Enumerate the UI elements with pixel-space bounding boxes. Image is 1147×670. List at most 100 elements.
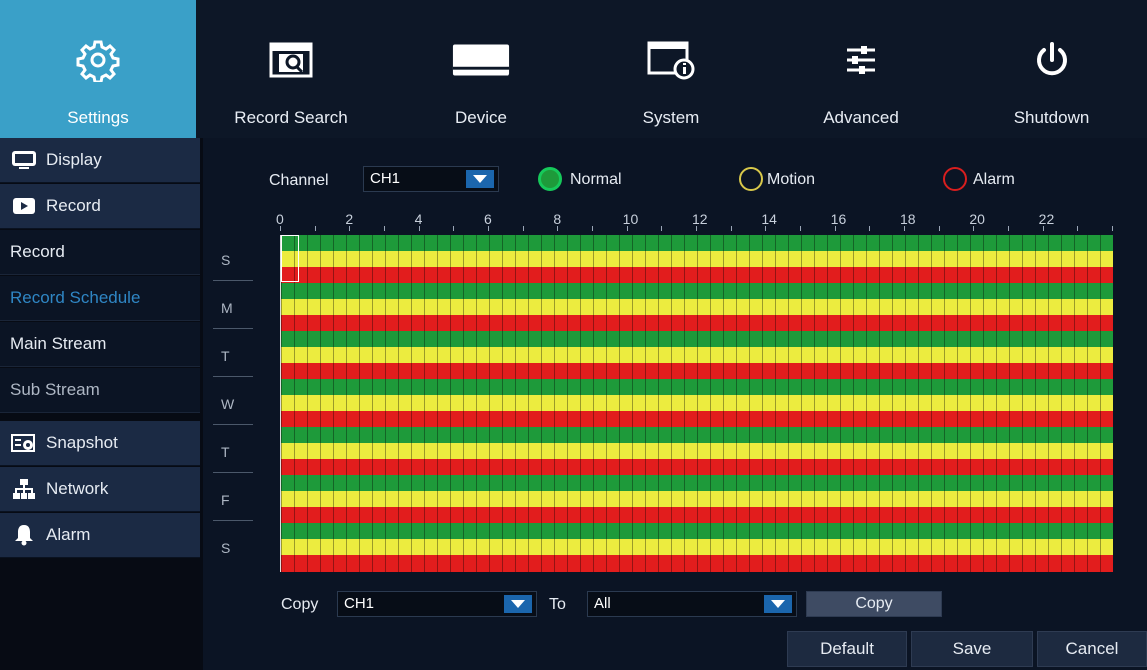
motion-band[interactable]	[281, 443, 1113, 459]
sidebar-item-record[interactable]: Record	[0, 230, 200, 275]
day-schedule-cells[interactable]	[280, 283, 1113, 332]
alarm-band[interactable]	[281, 459, 1113, 476]
motion-band[interactable]	[281, 539, 1113, 555]
channel-dropdown[interactable]: CH1	[363, 166, 499, 192]
copy-to-value: All	[594, 595, 611, 612]
day-row[interactable]: M	[213, 280, 1113, 332]
hour-ruler: 0 2 4 6 8 10 12 14 16 18 20 22	[276, 211, 1113, 231]
selection-cursor	[281, 235, 299, 282]
row-divider	[213, 328, 253, 329]
day-label: F	[221, 492, 230, 508]
normal-band[interactable]	[281, 235, 1113, 251]
normal-legend-icon	[538, 167, 562, 191]
film-search-icon	[261, 38, 321, 82]
tab-record-search[interactable]: Record Search	[196, 0, 386, 138]
day-schedule-cells[interactable]	[280, 379, 1113, 428]
day-row[interactable]: T	[213, 328, 1113, 380]
record-schedule-panel: Channel CH1 Normal Motion Alarm 0 2 4 6 8 10 1…	[203, 138, 1147, 670]
alarm-band[interactable]	[281, 411, 1113, 428]
hour-tick	[938, 226, 940, 231]
tab-label: Record Search	[234, 108, 348, 127]
copy-label: Copy	[281, 596, 319, 613]
legend-motion-label: Motion	[767, 171, 816, 188]
system-info-icon	[641, 38, 701, 82]
day-row[interactable]: S	[221, 235, 1113, 284]
day-label: T	[221, 444, 230, 460]
day-schedule-cells[interactable]	[280, 475, 1113, 524]
hour-tick	[800, 226, 801, 231]
motion-band[interactable]	[281, 251, 1113, 267]
day-row[interactable]: W	[213, 376, 1113, 428]
top-menu-bar: Settings Record Search Device System Adv…	[0, 0, 1147, 138]
day-label: W	[221, 396, 235, 412]
sidebar-item-display[interactable]: Display	[0, 138, 200, 183]
day-schedule-cells[interactable]	[280, 331, 1113, 380]
network-icon	[10, 478, 38, 500]
normal-band[interactable]	[281, 283, 1113, 299]
hour-tick	[904, 226, 905, 231]
tab-settings[interactable]: Settings	[0, 0, 196, 138]
hour-label: 18	[900, 211, 916, 227]
hard-drive-icon	[451, 38, 511, 82]
hour-label: 12	[692, 211, 708, 227]
sidebar-item-snapshot[interactable]: Snapshot	[0, 421, 200, 466]
alarm-band[interactable]	[281, 363, 1113, 380]
tab-shutdown[interactable]: Shutdown	[956, 0, 1147, 138]
motion-band[interactable]	[281, 395, 1113, 411]
alarm-band[interactable]	[281, 315, 1113, 332]
alarm-band[interactable]	[281, 267, 1113, 284]
sidebar-item-label: Record Schedule	[10, 288, 141, 307]
save-button[interactable]: Save	[911, 631, 1033, 667]
chevron-down-icon	[764, 595, 792, 613]
hour-tick	[730, 226, 732, 231]
motion-band[interactable]	[281, 347, 1113, 363]
chevron-down-icon	[466, 170, 494, 188]
normal-band[interactable]	[281, 331, 1113, 347]
normal-band[interactable]	[281, 427, 1113, 443]
normal-band[interactable]	[281, 379, 1113, 395]
normal-band[interactable]	[281, 523, 1113, 539]
copy-from-dropdown[interactable]: CH1	[337, 591, 537, 617]
alarm-band[interactable]	[281, 507, 1113, 524]
sidebar-item-alarm[interactable]: Alarm	[0, 513, 200, 558]
tab-advanced[interactable]: Advanced	[766, 0, 956, 138]
sidebar-item-main-stream[interactable]: Main Stream	[0, 322, 200, 367]
day-label: M	[221, 300, 233, 316]
power-icon	[1022, 38, 1082, 82]
day-schedule-cells[interactable]	[280, 235, 1113, 284]
motion-band[interactable]	[281, 299, 1113, 315]
day-row[interactable]: T	[213, 424, 1113, 476]
day-row[interactable]: S	[213, 520, 1113, 572]
sidebar-item-record-group[interactable]: Record	[0, 184, 200, 229]
hour-tick	[384, 226, 385, 231]
hour-tick	[834, 226, 836, 231]
sidebar-item-label: Sub Stream	[10, 380, 100, 399]
motion-legend-icon	[739, 167, 763, 191]
normal-band[interactable]	[281, 475, 1113, 491]
tab-device[interactable]: Device	[386, 0, 576, 138]
alarm-legend-icon	[943, 167, 967, 191]
row-divider	[213, 520, 253, 521]
monitor-icon	[10, 149, 38, 171]
sidebar-item-record-schedule[interactable]: Record Schedule	[0, 276, 200, 321]
hour-tick	[418, 226, 420, 231]
sidebar-item-network[interactable]: Network	[0, 467, 200, 512]
copy-to-dropdown[interactable]: All	[587, 591, 797, 617]
hour-tick	[314, 226, 316, 231]
hour-tick	[869, 226, 871, 231]
hour-tick	[765, 226, 767, 231]
sidebar-item-sub-stream[interactable]: Sub Stream	[0, 368, 200, 413]
row-divider	[213, 424, 253, 425]
alarm-band[interactable]	[281, 555, 1113, 572]
day-row[interactable]: F	[213, 472, 1113, 524]
day-schedule-cells[interactable]	[280, 523, 1113, 572]
hour-tick	[626, 226, 628, 231]
motion-band[interactable]	[281, 491, 1113, 507]
cancel-button[interactable]: Cancel	[1037, 631, 1147, 667]
tab-system[interactable]: System	[576, 0, 766, 138]
copy-button[interactable]: Copy	[806, 591, 942, 617]
sidebar-item-label: Record	[10, 242, 65, 261]
hour-label: 8	[553, 211, 562, 227]
default-button[interactable]: Default	[787, 631, 907, 667]
day-schedule-cells[interactable]	[280, 427, 1113, 476]
